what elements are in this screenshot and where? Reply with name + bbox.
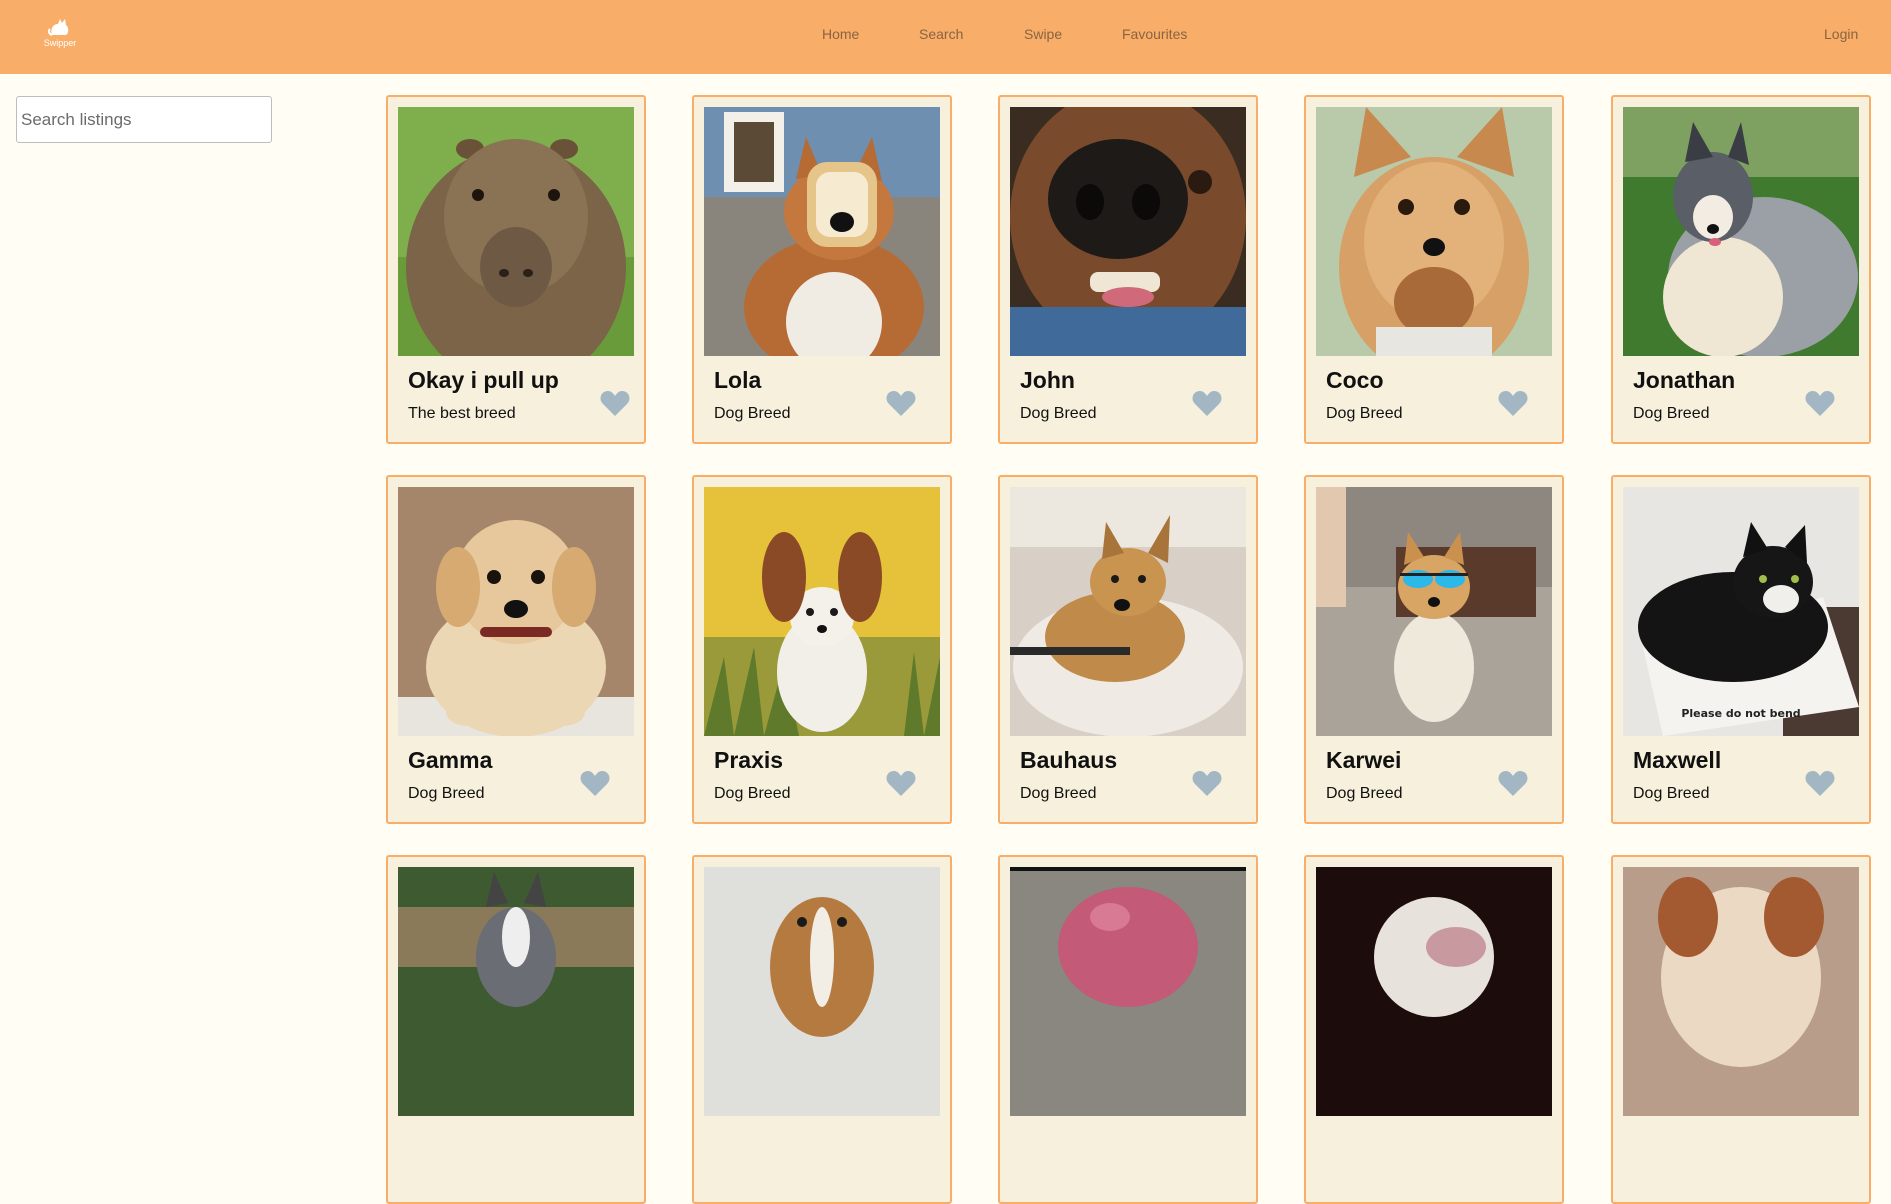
- listing-breed: Dog Breed: [1020, 785, 1097, 802]
- listing-breed: Dog Breed: [714, 785, 791, 802]
- listing-breed: Dog Breed: [408, 785, 485, 802]
- favourite-heart-icon[interactable]: [1805, 769, 1835, 797]
- listing-card[interactable]: Gamma Dog Breed: [386, 475, 646, 824]
- favourite-heart-icon[interactable]: [580, 769, 610, 797]
- listing-photo: [398, 487, 634, 736]
- listing-photo: [1316, 107, 1552, 356]
- favourite-heart-icon[interactable]: [1498, 769, 1528, 797]
- listing-photo: [1623, 107, 1859, 356]
- favourite-heart-icon[interactable]: [1498, 389, 1528, 417]
- nav-home[interactable]: Home: [822, 26, 859, 42]
- listing-breed: Dog Breed: [1633, 785, 1710, 802]
- listing-card[interactable]: Praxis Dog Breed: [692, 475, 952, 824]
- listing-name: Bauhaus: [1020, 747, 1118, 773]
- listing-photo: [398, 107, 634, 356]
- listing-card[interactable]: Karwei Dog Breed: [1304, 475, 1564, 824]
- favourite-heart-icon[interactable]: [1192, 389, 1222, 417]
- box-label-text: Please do not bend: [1681, 707, 1800, 720]
- listing-card[interactable]: Jonathan Dog Breed: [1611, 95, 1871, 444]
- listing-card[interactable]: Lola Dog Breed: [692, 95, 952, 444]
- login-link[interactable]: Login: [1824, 26, 1858, 42]
- favourite-heart-icon[interactable]: [886, 769, 916, 797]
- listing-card[interactable]: Please do not bend Maxwell Dog Breed: [1611, 475, 1871, 824]
- listing-photo: [1623, 867, 1859, 1116]
- listing-photo: Please do not bend: [1623, 487, 1859, 736]
- nav-search[interactable]: Search: [919, 26, 963, 42]
- listing-name: Okay i pull up: [408, 367, 559, 393]
- nav-swipe[interactable]: Swipe: [1024, 26, 1062, 42]
- favourite-heart-icon[interactable]: [600, 389, 630, 417]
- listing-card[interactable]: Okay i pull up The best breed: [386, 95, 646, 444]
- listing-name: Gamma: [408, 747, 493, 773]
- listing-photo: [1316, 867, 1552, 1116]
- listing-breed: Dog Breed: [1326, 405, 1403, 422]
- listing-card[interactable]: [692, 855, 952, 1204]
- listing-card[interactable]: John Dog Breed: [998, 95, 1258, 444]
- listing-photo: [398, 867, 634, 1116]
- nav-favourites[interactable]: Favourites: [1122, 26, 1187, 42]
- favourite-heart-icon[interactable]: [1805, 389, 1835, 417]
- listing-name: Praxis: [714, 747, 784, 773]
- listing-card[interactable]: [998, 855, 1258, 1204]
- listing-photo: [1010, 107, 1246, 356]
- favourite-heart-icon[interactable]: [886, 389, 916, 417]
- listing-card[interactable]: [386, 855, 646, 1204]
- listing-photo: [704, 487, 940, 736]
- listing-breed: Dog Breed: [1633, 405, 1710, 422]
- listing-name: Lola: [714, 367, 762, 393]
- top-header: Swipper Home Search Swipe Favourites Log…: [0, 0, 1891, 74]
- listing-name: Jonathan: [1633, 367, 1736, 393]
- main-nav: Home Search Swipe Favourites Login: [0, 26, 1891, 46]
- listing-breed: Dog Breed: [1326, 785, 1403, 802]
- listing-name: Karwei: [1326, 747, 1402, 773]
- listing-card[interactable]: Bauhaus Dog Breed: [998, 475, 1258, 824]
- listing-breed: Dog Breed: [1020, 405, 1097, 422]
- listing-card[interactable]: Coco Dog Breed: [1304, 95, 1564, 444]
- listing-name: Maxwell: [1633, 747, 1722, 773]
- listing-photo: [1010, 867, 1246, 1116]
- listing-name: John: [1020, 367, 1075, 393]
- listing-photo: [704, 107, 940, 356]
- listing-breed: The best breed: [408, 405, 516, 422]
- listing-photo: [704, 867, 940, 1116]
- listing-breed: Dog Breed: [714, 405, 791, 422]
- listing-photo: [1316, 487, 1552, 736]
- listing-card[interactable]: [1304, 855, 1564, 1204]
- listing-card[interactable]: [1611, 855, 1871, 1204]
- search-input[interactable]: [16, 96, 272, 143]
- listing-name: Coco: [1326, 367, 1384, 393]
- listing-photo: [1010, 487, 1246, 736]
- favourite-heart-icon[interactable]: [1192, 769, 1222, 797]
